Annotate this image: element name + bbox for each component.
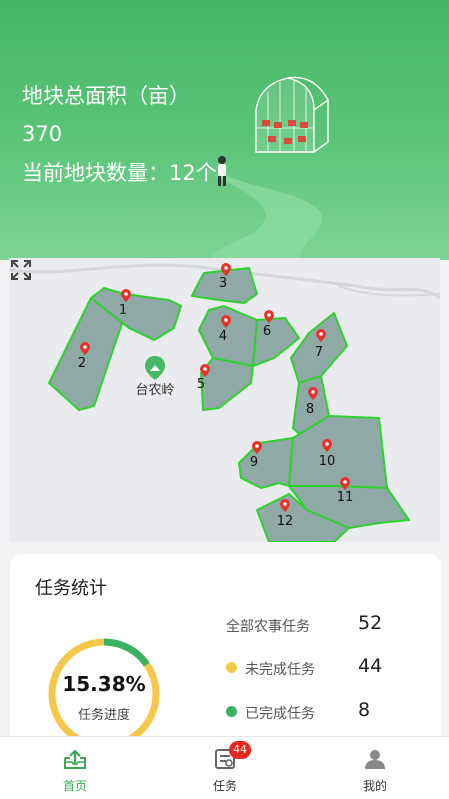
stats-title: 任务统计 xyxy=(35,578,107,599)
home-upload-icon xyxy=(64,749,86,769)
village-label: 台农岭 xyxy=(135,383,174,398)
plot-label-11: 11 xyxy=(337,490,354,505)
plot-label-12: 12 xyxy=(277,514,294,529)
plot-label-1: 1 xyxy=(119,303,127,318)
stat-label-pending: 未完成任务 xyxy=(245,662,315,678)
plot-label-9: 9 xyxy=(250,455,258,470)
tab-home-label: 首页 xyxy=(62,779,87,793)
plot-map[interactable]: 1 2 3 4 5 6 7 8 9 10 11 12 台农岭 xyxy=(9,258,440,542)
tab-tasks-label: 任务 xyxy=(212,779,237,793)
stat-label-done: 已完成任务 xyxy=(245,706,315,722)
plot-label-8: 8 xyxy=(306,402,314,417)
farmer-icon xyxy=(218,156,226,186)
stat-label-total: 全部农事任务 xyxy=(226,619,310,635)
tab-mine-label: 我的 xyxy=(362,779,387,793)
area-value: 370 xyxy=(22,122,63,146)
stat-row-total: 全部农事任务 52 xyxy=(226,612,426,636)
plot-label-6: 6 xyxy=(263,324,271,339)
bottom-tab-bar: 首页 44 任务 我的 xyxy=(0,736,449,799)
task-badge: 44 xyxy=(229,741,251,759)
area-title: 地块总面积（亩） xyxy=(22,84,190,108)
plot-shapes[interactable] xyxy=(48,267,410,542)
pending-dot-icon xyxy=(226,662,237,673)
plot-4[interactable] xyxy=(198,305,258,367)
stat-value-pending: 44 xyxy=(358,655,383,677)
done-dot-icon xyxy=(226,706,237,717)
progress-label: 任务进度 xyxy=(77,708,130,723)
plot-label-7: 7 xyxy=(315,345,323,360)
stat-value-total: 52 xyxy=(358,612,383,634)
stat-row-pending: 未完成任务 44 xyxy=(226,655,426,679)
header-banner: 地块总面积（亩） 370 当前地块数量：12个 xyxy=(0,0,449,260)
village-marker xyxy=(145,356,165,380)
plot-label-2: 2 xyxy=(78,356,86,371)
tab-home[interactable]: 首页 xyxy=(0,737,150,799)
plot-label-5: 5 xyxy=(197,377,205,392)
plot-map-canvas[interactable]: 123456789 101112 台农岭 xyxy=(9,258,440,542)
stat-row-done: 已完成任务 8 xyxy=(226,699,426,723)
tab-mine[interactable]: 我的 xyxy=(300,737,449,799)
plot-label-3: 3 xyxy=(219,276,227,291)
tab-tasks[interactable]: 44 任务 xyxy=(150,737,300,799)
greenhouse-icon xyxy=(255,76,329,153)
expand-icon[interactable] xyxy=(9,258,33,282)
task-stats-card: 任务统计 15.38% 任务进度 全部农事任务 52 未完成任务 44 已完成任… xyxy=(10,554,441,754)
user-icon xyxy=(365,750,385,769)
plot-count: 当前地块数量：12个 xyxy=(22,161,217,185)
plot-label-10: 10 xyxy=(319,454,336,469)
progress-percent: 15.38% xyxy=(62,672,146,696)
plot-9[interactable] xyxy=(238,437,294,489)
plot-label-4: 4 xyxy=(219,329,227,344)
road-illustration xyxy=(210,175,323,260)
stat-value-done: 8 xyxy=(358,699,371,721)
